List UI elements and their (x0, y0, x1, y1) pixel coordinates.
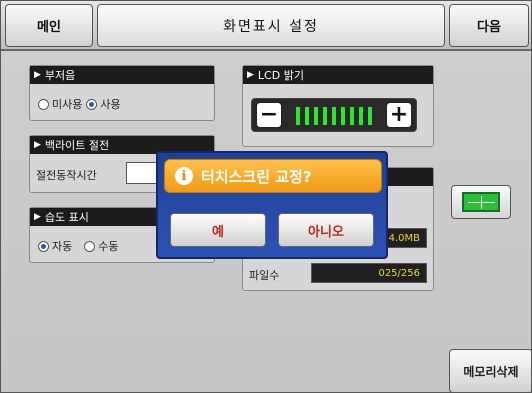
dialog-prompt: i 터치스크린 교정? (164, 159, 382, 193)
brightness-level-bar (296, 107, 372, 125)
crosshair-icon (462, 192, 500, 212)
main-button[interactable]: 메인 (5, 4, 93, 47)
humidity-option-manual-label: 수동 (98, 240, 119, 253)
memory-delete-button[interactable]: 메모리삭제 (449, 349, 531, 392)
buzzer-option-off-label: 미사용 (52, 98, 83, 111)
brightness-plus-button[interactable]: + (386, 102, 412, 128)
no-button[interactable]: 아니오 (278, 213, 374, 247)
triangle-icon: ▶ (247, 70, 254, 80)
dialog-message: 터치스크린 교정? (201, 167, 312, 186)
radio-off-icon (84, 240, 96, 252)
triangle-icon: ▶ (34, 70, 41, 80)
humidity-option-auto-label: 자동 (52, 240, 73, 253)
triangle-icon: ▶ (34, 212, 41, 222)
touch-calibration-button[interactable] (451, 185, 511, 219)
lcd-header: ▶ LCD 밝기 (243, 66, 433, 84)
top-bar: 메인 화면표시 설정 다음 (1, 1, 531, 51)
radio-on-icon (38, 240, 49, 252)
brightness-minus-button[interactable]: − (256, 102, 282, 128)
buzzer-group: ▶ 부저음 미사용 사용 (29, 65, 215, 121)
file-count-value: 025/256 (311, 263, 427, 283)
backlight-title: 백라이트 절전 (44, 139, 110, 152)
backlight-field-label: 절전동작시간 (36, 169, 97, 182)
lcd-brightness-group: ▶ LCD 밝기 − + (242, 65, 434, 147)
radio-on-icon (86, 98, 98, 110)
yes-button[interactable]: 예 (170, 213, 266, 247)
buzzer-header: ▶ 부저음 (30, 66, 214, 84)
lcd-brightness-control: − + (251, 98, 417, 132)
next-button[interactable]: 다음 (449, 4, 529, 47)
humidity-option-manual[interactable]: 수동 (84, 238, 119, 254)
calibration-dialog: i 터치스크린 교정? 예 아니오 (156, 151, 388, 259)
buzzer-option-on[interactable]: 사용 (86, 96, 121, 112)
page-title: 화면표시 설정 (97, 4, 445, 47)
buzzer-option-on-label: 사용 (100, 98, 121, 111)
triangle-icon: ▶ (34, 140, 41, 150)
radio-off-icon (38, 98, 49, 110)
humidity-title: 습도 표시 (44, 211, 89, 224)
lcd-title: LCD 밝기 (257, 69, 304, 82)
display-settings-screen: 메인 화면표시 설정 다음 ▶ 부저음 미사용 사용 ▶ 백라이트 절전 절전동… (0, 0, 532, 393)
buzzer-option-off[interactable]: 미사용 (38, 96, 82, 112)
buzzer-title: 부저음 (44, 69, 76, 82)
humidity-option-auto[interactable]: 자동 (38, 238, 72, 254)
file-count-label: 파일수 (249, 269, 280, 282)
info-icon: i (175, 167, 193, 185)
